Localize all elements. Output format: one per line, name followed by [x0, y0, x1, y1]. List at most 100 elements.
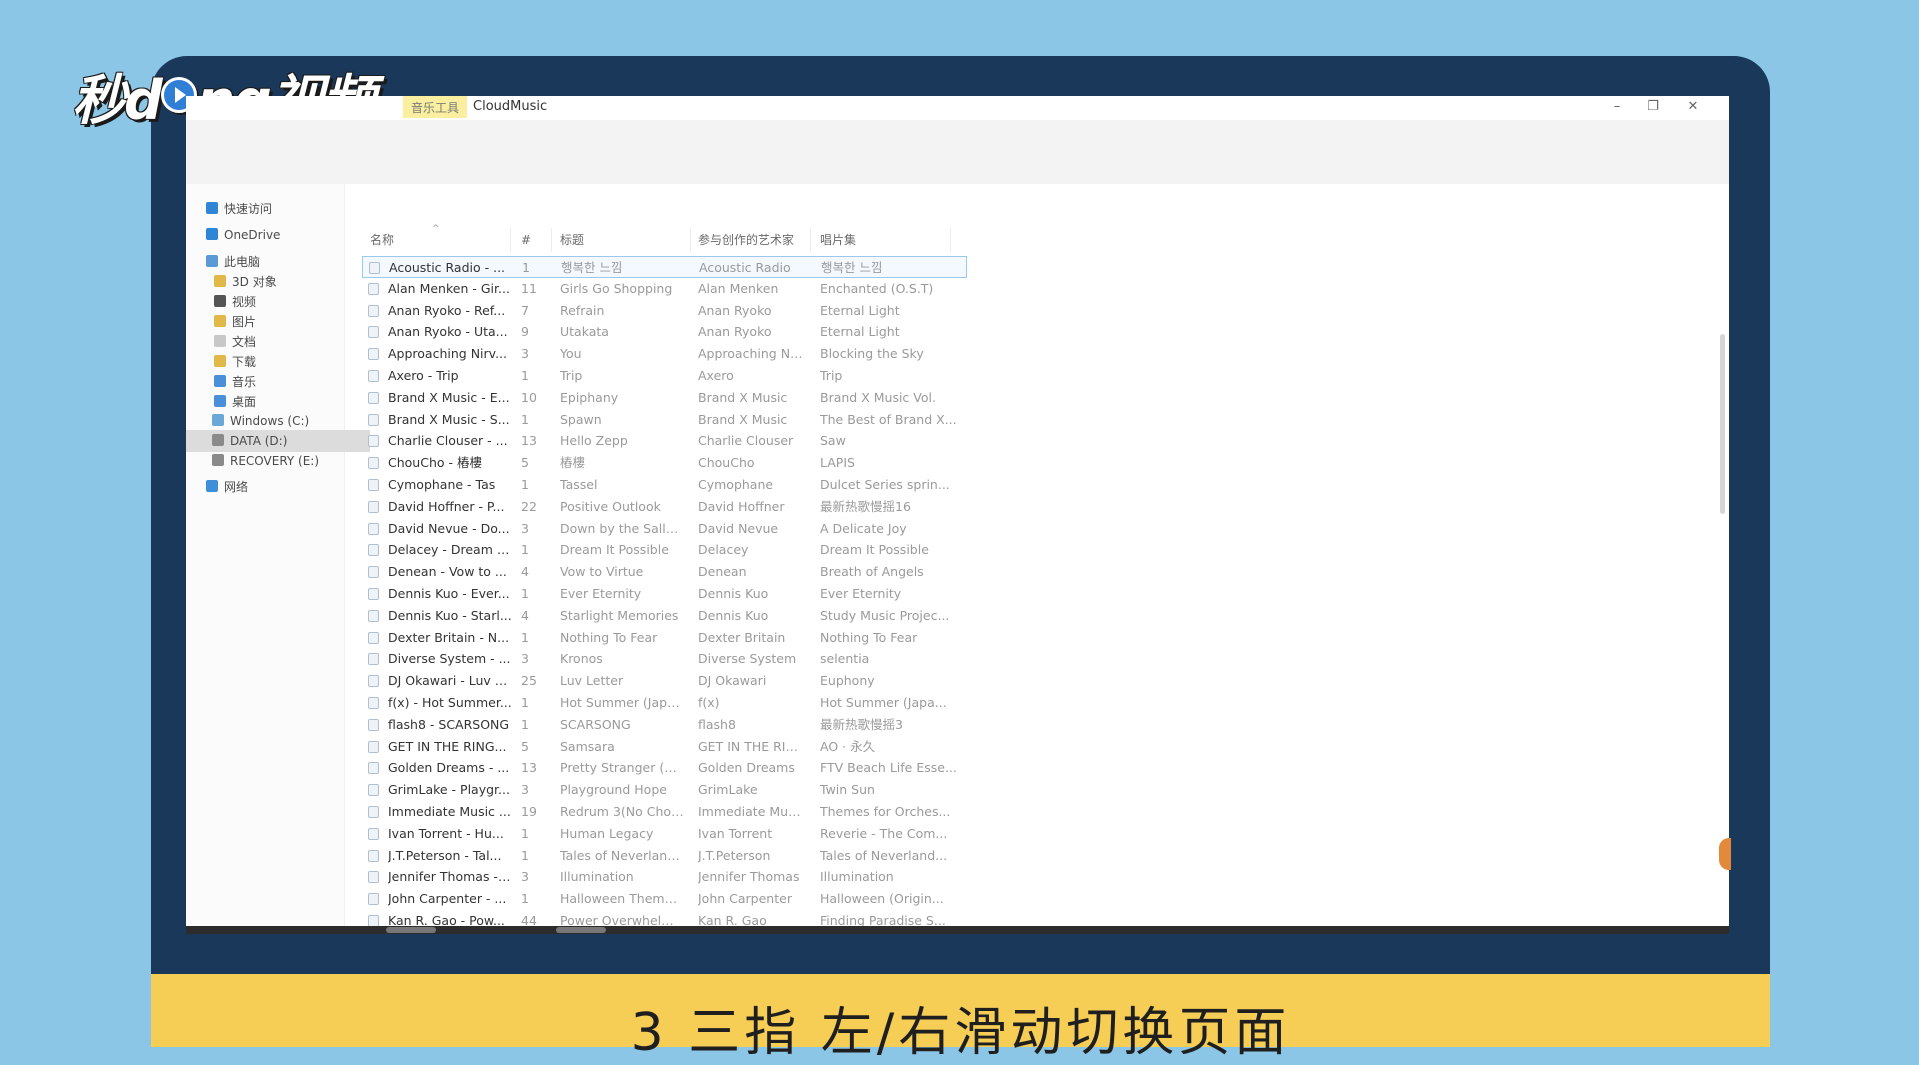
cell-title: Tassel — [560, 477, 598, 492]
table-row[interactable]: J.T.Peterson - Tal... 1 Tales of Neverland… — [362, 845, 967, 867]
cell-artist: J.T.Peterson — [698, 847, 771, 863]
table-row[interactable]: Ivan Torrent - Hu... 1 Human Legacy Ivan To… — [362, 823, 967, 845]
nav-item-4[interactable]: 视频 — [186, 291, 372, 313]
table-row[interactable]: Charlie Clouser - ... 13 Hello Zepp Charlie… — [362, 430, 967, 452]
cell-name: Kan R. Gao - Pow... — [388, 913, 505, 926]
nav-item-13[interactable]: 网络 — [186, 476, 364, 498]
vertical-scrollbar[interactable] — [1720, 334, 1725, 514]
table-row[interactable]: f(x) - Hot Summer... 1 Hot Summer (Japanes… — [362, 692, 967, 714]
table-row[interactable]: Dexter Britain - N... 1 Nothing To Fear Dex… — [362, 627, 967, 649]
table-row[interactable]: David Nevue - Do... 3 Down by the Sally Ga… — [362, 518, 967, 540]
column-header-title[interactable]: 标题 — [552, 228, 691, 252]
table-row[interactable]: GrimLake - Playgr... 3 Playground Hope Grim… — [362, 779, 967, 801]
nav-item-10[interactable]: Windows (C:) — [186, 410, 370, 432]
table-row[interactable]: Kan R. Gao - Pow... 44 Power Overwhelming K… — [362, 910, 967, 926]
table-row[interactable]: Jennifer Thomas - ... 3 Illumination Jennif… — [362, 866, 967, 888]
table-row[interactable]: Denean - Vow to ... 4 Vow to Virtue Denean B… — [362, 561, 967, 583]
table-row[interactable]: Golden Dreams - ... 13 Pretty Stranger (Vo… — [362, 757, 967, 779]
nav-item-label: 下载 — [232, 355, 257, 369]
table-row[interactable]: GET IN THE RING... 5 Samsara GET IN THE RIN… — [362, 736, 967, 758]
column-header-artist[interactable]: 参与创作的艺术家 — [692, 228, 811, 252]
table-row[interactable]: Approaching Nirv... 3 You Approaching Nir..… — [362, 343, 967, 365]
cell-name: Dennis Kuo - Ever... — [388, 586, 510, 601]
cell-album: Trip — [820, 368, 843, 383]
navigation-pane: 快速访问 OneDrive 此电脑 3D 对象 视频 图片 文档 下载 音乐 桌面 Windows … — [186, 184, 370, 926]
table-row[interactable]: DJ Okawari - Luv L... 25 Luv Letter DJ Okaw… — [362, 670, 967, 692]
ribbon — [186, 120, 1729, 184]
nav-item-label: 图片 — [232, 315, 257, 329]
nav-item-label: 网络 — [224, 480, 249, 494]
table-row[interactable]: Diverse System - ... 3 Kronos Diverse Syste… — [362, 648, 967, 670]
nav-item-8[interactable]: 音乐 — [186, 371, 372, 393]
drive-icon — [212, 434, 224, 446]
table-row[interactable]: flash8 - SCARSONG 1 SCARSONG flash8 最新热歌慢摇3 — [362, 714, 967, 736]
scroll-thumb[interactable] — [386, 927, 436, 933]
download-icon — [214, 355, 226, 367]
cell-album: Twin Sun — [820, 782, 875, 798]
audio-file-icon — [368, 653, 379, 666]
nav-item-0[interactable]: 快速访问 — [186, 198, 364, 220]
cell-artist: Ivan Torrent — [698, 825, 773, 841]
cell-title: Starlight Memories — [560, 607, 679, 623]
column-header-name[interactable]: 名称 — [362, 228, 511, 252]
table-row[interactable]: ChouCho - 樁樓 5 樁樓 ChouCho LAPIS — [362, 452, 967, 474]
table-row[interactable]: Dennis Kuo - Ever... 1 Ever Eternity Dennis… — [362, 583, 967, 605]
table-row[interactable]: Cymophane - Tas 1 Tassel Cymophane Dulcet Se… — [362, 474, 967, 496]
cell-name: Jennifer Thomas - ... — [388, 869, 512, 885]
nav-item-7[interactable]: 下载 — [186, 351, 372, 373]
cell-album: Dulcet Series sprin... — [820, 477, 950, 492]
table-row[interactable]: Brand X Music - E... 10 Epiphany Brand X Mu… — [362, 387, 967, 409]
content-area: 快速访问 OneDrive 此电脑 3D 对象 视频 图片 文档 下载 音乐 桌面 Windows … — [186, 184, 1729, 926]
table-row[interactable]: Delacey - Dream I... 1 Dream It Possible De… — [362, 539, 967, 561]
explorer-window: 音乐工具 CloudMusic – ❐ ✕ 快速访问 OneDrive 此电脑 3D … — [186, 96, 1729, 926]
table-row[interactable]: David Hoffner - P... 22 Positive Outlook Da… — [362, 496, 967, 518]
cell-artist: Golden Dreams — [698, 760, 795, 776]
column-header-number[interactable]: # — [515, 228, 552, 252]
cell-name: Ivan Torrent - Hu... — [388, 825, 504, 841]
cell-artist: Denean — [698, 564, 747, 580]
cell-artist: Dexter Britain — [698, 629, 786, 645]
nav-item-label: DATA (D:) — [230, 434, 288, 448]
audio-file-icon — [368, 522, 379, 535]
nav-item-label: Windows (C:) — [230, 414, 310, 428]
minimize-button[interactable]: – — [1606, 98, 1628, 116]
column-header-album[interactable]: 唱片集 — [812, 228, 951, 252]
close-button[interactable]: ✕ — [1682, 98, 1704, 116]
nav-item-label: 文档 — [232, 335, 257, 349]
cell-artist: Cymophane — [698, 477, 774, 492]
cell-title: Ever Eternity — [560, 586, 642, 601]
cell-album: Illumination — [820, 869, 894, 885]
cell-title: Positive Outlook — [560, 498, 661, 514]
nav-item-6[interactable]: 文档 — [186, 331, 372, 353]
horizontal-scrollbar[interactable] — [186, 926, 1729, 934]
audio-file-icon — [368, 806, 379, 818]
nav-item-12[interactable]: RECOVERY (E:) — [186, 450, 370, 472]
table-row[interactable]: Dennis Kuo - Starl... 4 Starlight Memories… — [362, 605, 967, 627]
table-row[interactable]: Immediate Music ... 19 Redrum 3(No Choir) I… — [362, 801, 967, 823]
nav-item-11[interactable]: DATA (D:) — [186, 430, 370, 452]
cell-num: 4 — [521, 607, 529, 623]
nav-item-3[interactable]: 3D 对象 — [186, 271, 372, 293]
nav-item-2[interactable]: 此电脑 — [186, 251, 364, 273]
cell-title: Hot Summer (Japanese... — [560, 695, 684, 710]
table-row[interactable]: Anan Ryoko - Uta... 9 Utakata Anan Ryoko Ete… — [362, 321, 967, 343]
scroll-thumb-secondary[interactable] — [556, 927, 606, 933]
table-row[interactable]: Anan Ryoko - Ref... 7 Refrain Anan Ryoko Ete… — [362, 300, 967, 322]
table-row[interactable]: Brand X Music - S... 1 Spawn Brand X Music T… — [362, 409, 967, 431]
nav-item-1[interactable]: OneDrive — [186, 224, 364, 246]
nav-item-5[interactable]: 图片 — [186, 311, 372, 333]
cell-album: Finding Paradise S... — [820, 913, 946, 926]
cell-name: Cymophane - Tas — [388, 477, 496, 492]
cell-title: Girls Go Shopping — [560, 280, 673, 296]
cell-num: 1 — [521, 695, 529, 710]
cell-name: Anan Ryoko - Ref... — [388, 302, 506, 318]
table-row[interactable]: Axero - Trip 1 Trip Axero Trip — [362, 365, 967, 387]
table-row[interactable]: John Carpenter - ... 1 Halloween Theme - M… — [362, 888, 967, 910]
audio-file-icon — [368, 609, 379, 622]
cell-name: GrimLake - Playgr... — [388, 782, 510, 798]
maximize-button[interactable]: ❐ — [1642, 98, 1664, 116]
table-row[interactable]: Alan Menken - Gir... 11 Girls Go Shopping A… — [362, 278, 967, 300]
music-tools-tab[interactable]: 音乐工具 — [403, 96, 468, 118]
table-row[interactable]: Acoustic Radio - ... 1 행복한 느낌 Acoustic Radi… — [362, 256, 967, 278]
audio-file-icon — [368, 326, 379, 339]
